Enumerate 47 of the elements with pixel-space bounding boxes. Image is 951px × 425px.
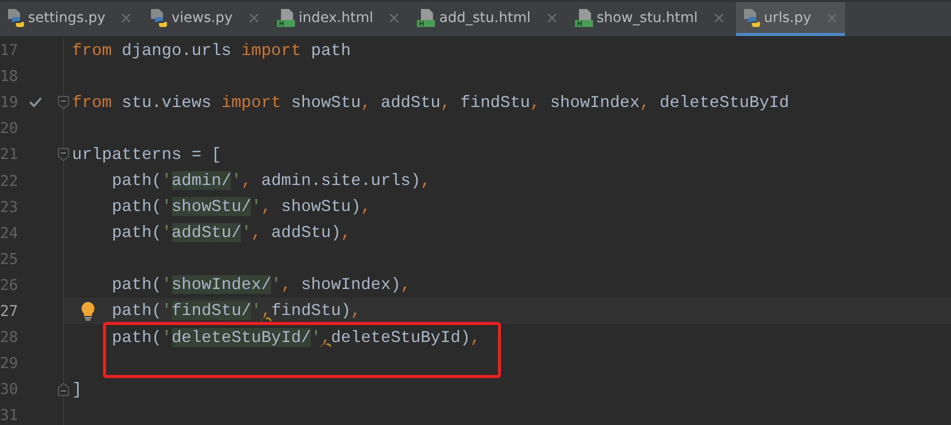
line-number: 30 — [0, 380, 20, 398]
line-number: 28 — [0, 328, 20, 346]
file-tab[interactable]: views.py — [143, 2, 267, 36]
file-tab[interactable]: settings.py — [0, 2, 140, 36]
line-number: 24 — [0, 224, 20, 242]
line-number: 17 — [0, 41, 20, 60]
file-tab[interactable]: urls.py — [736, 2, 846, 36]
close-icon[interactable] — [389, 12, 400, 22]
lightbulb-icon[interactable] — [80, 300, 96, 321]
html-file-icon — [417, 8, 436, 28]
file-tab[interactable]: index.html — [270, 2, 408, 36]
code-line: path('showIndex/', showIndex), — [110, 275, 411, 294]
line-number: 22 — [0, 172, 20, 190]
fold-icon[interactable] — [58, 96, 69, 110]
close-icon[interactable] — [546, 12, 557, 22]
html-file-icon — [574, 8, 593, 28]
python-file-icon — [742, 8, 760, 28]
line-number: 21 — [0, 145, 20, 164]
close-icon[interactable] — [121, 12, 132, 22]
line-number: 27 — [0, 302, 20, 320]
line-number: 26 — [0, 276, 20, 294]
code-line: ] — [72, 380, 82, 399]
code-line: path('showStu/', showStu), — [110, 197, 371, 216]
fold-icon[interactable] — [58, 383, 69, 396]
line-number: 20 — [0, 119, 20, 138]
line-number: 23 — [0, 198, 20, 216]
code-line: path('addStu/', addStu), — [110, 223, 351, 242]
code-line: from stu.views import showStu, addStu, findStu, showIndex, deleteStuById — [72, 92, 790, 112]
code-line: path('admin/', admin.site.urls), — [110, 171, 431, 190]
code-line: urlpatterns = [ — [72, 144, 222, 164]
python-file-icon — [149, 8, 168, 28]
code-line: path('deleteStuById/',deleteStuById), — [110, 328, 480, 347]
code-line: from django.urls import path — [72, 40, 351, 60]
line-number: 19 — [0, 93, 20, 112]
close-icon[interactable] — [827, 12, 838, 22]
file-tab[interactable]: show_stu.html — [568, 2, 732, 36]
fold-icon[interactable] — [58, 148, 69, 162]
html-file-icon — [276, 8, 295, 28]
line-number: 31 — [0, 406, 20, 424]
line-number: 29 — [0, 354, 20, 372]
close-icon[interactable] — [248, 12, 259, 22]
file-tab[interactable]: add_stu.html — [411, 2, 565, 36]
close-icon[interactable] — [714, 12, 724, 22]
python-file-icon — [6, 8, 24, 28]
code-line: path('findStu/',findStu), — [110, 301, 361, 320]
line-number: 18 — [0, 67, 20, 86]
line-number: 25 — [0, 250, 20, 268]
